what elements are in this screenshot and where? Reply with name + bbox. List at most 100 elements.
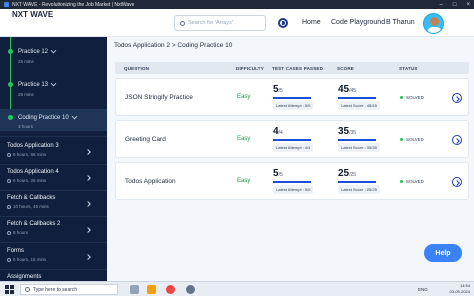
status-text: SOLVED: [406, 179, 424, 184]
file-explorer-icon[interactable]: [147, 285, 156, 294]
nav-home[interactable]: Home: [302, 19, 321, 26]
section-duration: 6 hours, 55 mins: [13, 152, 47, 157]
section-duration: 10 hours, 45 mins: [13, 204, 49, 209]
table-row[interactable]: JSON Stringify Practice Easy 5/5 Latest …: [115, 78, 469, 116]
latest-attempt-pill: Latest Attempt : 5/5: [273, 101, 314, 110]
open-question-arrow-icon[interactable]: [452, 135, 462, 145]
score-value: 25: [338, 168, 350, 179]
questions-table: QUESTION DIFFICULTY TEST CASES PASSED SC…: [115, 62, 469, 200]
nav-code-playground[interactable]: Code Playground: [331, 19, 385, 26]
taskbar-search[interactable]: [20, 284, 118, 295]
table-row[interactable]: Greeting Card Easy 4/4 Latest Attempt : …: [115, 120, 469, 158]
score-progress-bar: [338, 97, 376, 99]
sidebar-item-duration: 25 mins: [18, 92, 34, 97]
completed-dot-icon: [8, 115, 13, 120]
solved-dot-icon: [400, 138, 403, 141]
score-cell: 45/45 Latest Score : 45/45: [338, 84, 380, 110]
table-header: QUESTION DIFFICULTY TEST CASES PASSED SC…: [115, 62, 469, 74]
breadcrumb: Todos Application 2 > Coding Practice 10: [114, 42, 233, 49]
question-title[interactable]: Todos Application: [125, 178, 176, 185]
score-cell: 35/35 Latest Score : 35/35: [338, 126, 380, 152]
user-name[interactable]: B Tharun: [386, 19, 415, 26]
maximize-icon[interactable]: □: [453, 2, 457, 8]
test-cases-progress-bar: [273, 139, 311, 141]
task-view-icon[interactable]: [130, 285, 139, 294]
test-cases-total: /5: [278, 88, 283, 94]
progress-fill: [273, 97, 311, 99]
score-total: /35: [349, 130, 357, 136]
sidebar-section-fetch-callbacks[interactable]: Fetch & Callbacks 10 hours, 45 mins: [7, 195, 102, 209]
theme-toggle-icon[interactable]: [278, 18, 288, 28]
help-button[interactable]: Help: [424, 244, 462, 262]
score-progress-bar: [338, 139, 376, 141]
status-text: SOLVED: [406, 137, 424, 142]
score-total: /45: [349, 88, 357, 94]
app-icon: [4, 2, 9, 7]
column-header-difficulty: DIFFICULTY: [236, 66, 264, 71]
language-indicator[interactable]: ENG: [418, 287, 428, 292]
progress-fill: [338, 181, 376, 183]
solved-dot-icon: [400, 96, 403, 99]
search-box[interactable]: [174, 15, 266, 31]
nxtwave-logo[interactable]: NXT WAVE: [12, 11, 53, 19]
sidebar-section-todos-application-4[interactable]: Todos Application 4 6 hours, 25 mins: [7, 169, 102, 183]
column-header-question: QUESTION: [124, 66, 150, 71]
status-badge: SOLVED: [400, 179, 424, 184]
test-cases-cell: 4/4 Latest Attempt : 4/4: [273, 126, 314, 152]
sidebar-item-duration: 3 hours: [18, 124, 34, 129]
clock-icon: [7, 204, 11, 209]
score-progress-bar: [338, 181, 376, 183]
clock-icon: [7, 152, 11, 157]
close-icon[interactable]: ×: [466, 2, 470, 8]
edit-icon: [50, 47, 57, 54]
chrome-icon[interactable]: [166, 285, 175, 294]
search-input[interactable]: [188, 20, 262, 26]
sidebar-item-duration: 25 mins: [18, 59, 34, 64]
completed-dot-icon: [8, 82, 13, 87]
progress-fill: [273, 181, 311, 183]
open-question-arrow-icon[interactable]: [452, 177, 462, 187]
edit-icon: [71, 113, 78, 120]
sidebar-section-fetch-callbacks-2[interactable]: Fetch & Callbacks 2 8 hours: [7, 221, 102, 235]
status-badge: SOLVED: [400, 137, 424, 142]
column-header-test-cases: TEST CASES PASSED: [272, 66, 324, 71]
question-title[interactable]: JSON Stringify Practice: [125, 94, 193, 101]
clock-icon: [7, 230, 11, 235]
sidebar-item-label: Coding Practice 10: [18, 115, 69, 121]
solved-dot-icon: [400, 180, 403, 183]
test-cases-progress-bar: [273, 97, 311, 99]
taskbar-search-input[interactable]: [33, 286, 113, 293]
completed-dot-icon: [8, 49, 13, 54]
app-icon[interactable]: [186, 285, 195, 294]
table-row[interactable]: Todos Application Easy 5/5 Latest Attemp…: [115, 162, 469, 200]
sidebar-section-assignments[interactable]: Assignments: [7, 274, 102, 280]
test-cases-progress-bar: [273, 181, 311, 183]
clock-icon: [7, 178, 11, 183]
section-duration: 6 hours, 25 mins: [13, 178, 47, 183]
window-title: NXT WAVE - Revolutionizing the Job Marke…: [12, 1, 135, 8]
progress-fill: [338, 97, 376, 99]
status-badge: SOLVED: [400, 95, 424, 100]
test-cases-total: /4: [278, 130, 283, 136]
test-cases-total: /5: [278, 172, 283, 178]
latest-attempt-pill: Latest Attempt : 4/4: [273, 143, 314, 152]
test-cases-cell: 5/5 Latest Attempt : 5/5: [273, 84, 314, 110]
latest-score-pill: Latest Score : 45/45: [338, 101, 380, 110]
windows-start-icon[interactable]: [5, 285, 14, 294]
section-title: Assignments: [7, 274, 42, 280]
open-question-arrow-icon[interactable]: [452, 93, 462, 103]
clock-date: 03-09-2024: [449, 289, 470, 294]
edit-icon: [50, 80, 57, 87]
test-cases-cell: 5/5 Latest Attempt : 5/5: [273, 168, 314, 194]
sidebar-section-forms[interactable]: Forms 6 hours, 15 mins: [7, 248, 102, 262]
sidebar-section-todos-application-3[interactable]: Todos Application 3 6 hours, 55 mins: [7, 143, 102, 157]
progress-fill: [273, 139, 311, 141]
sidebar-item-label: Practice 13: [18, 82, 49, 88]
top-navbar: NXT WAVE Home Code Playground B Tharun: [0, 9, 474, 37]
system-clock[interactable]: 14:54 03-09-2024: [450, 283, 470, 295]
minimize-icon[interactable]: –: [440, 2, 443, 8]
score-total: /25: [349, 172, 357, 178]
avatar[interactable]: [423, 13, 444, 34]
question-title[interactable]: Greeting Card: [125, 136, 166, 143]
latest-score-pill: Latest Score : 35/35: [338, 143, 380, 152]
